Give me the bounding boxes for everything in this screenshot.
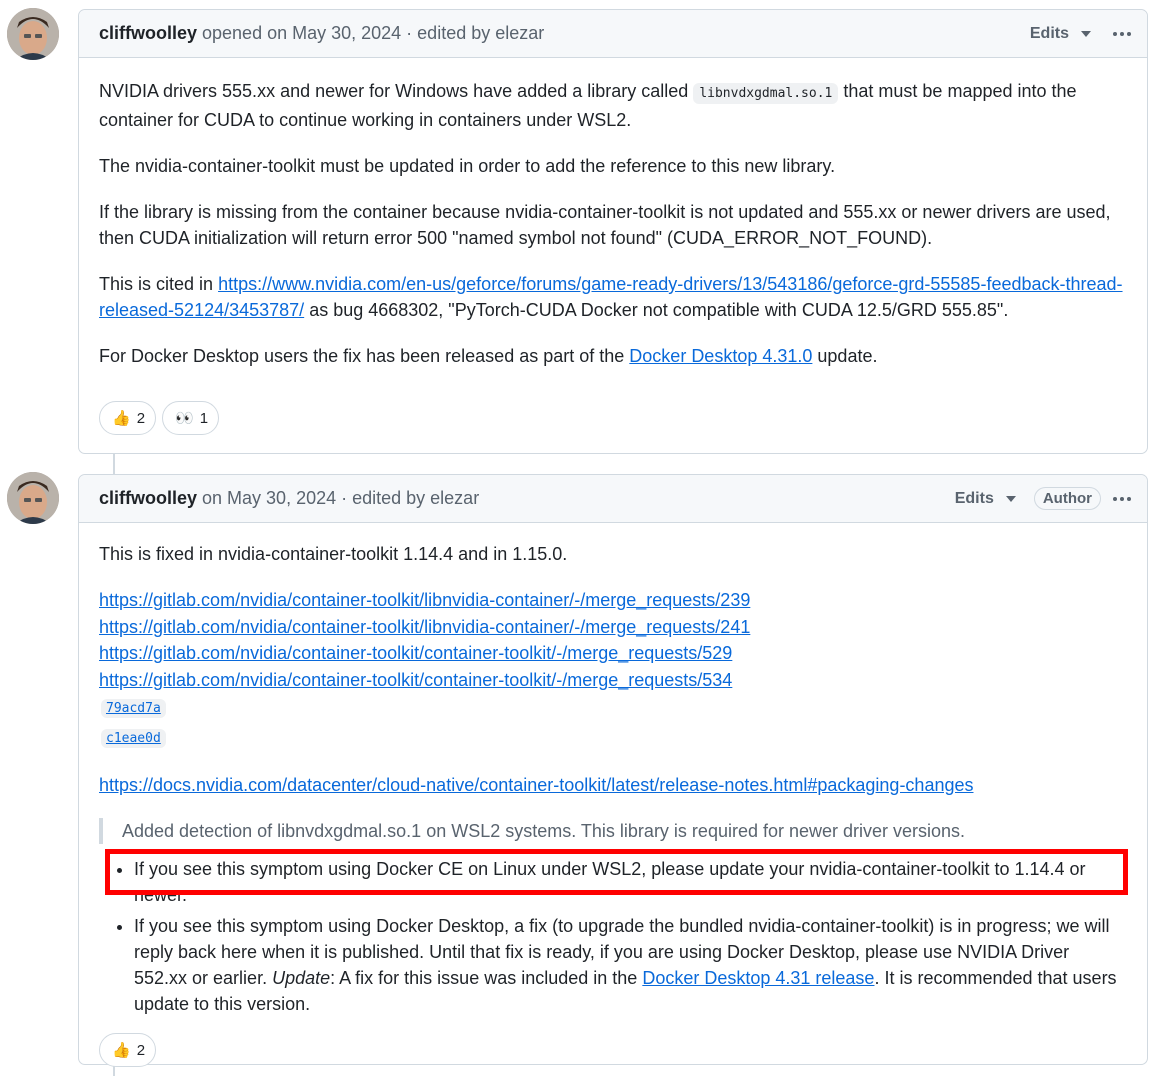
reactions-bar: 👍 2: [79, 1017, 1147, 1083]
reaction-count: 2: [136, 1041, 146, 1059]
timeline-connector: [113, 453, 115, 475]
comment-meta: opened on May 30, 2024 · edited by eleza…: [202, 23, 545, 43]
commit-sha-link[interactable]: 79acd7a: [101, 699, 166, 718]
comment-header: cliffwoolley opened on May 30, 2024 · ed…: [79, 10, 1147, 58]
commit-sha-link[interactable]: c1eae0d: [101, 728, 166, 748]
list-item: If you see this symptom using Docker CE …: [134, 856, 1127, 908]
reactions-bar: 👍 2 👀 1: [79, 389, 1147, 451]
paragraph: NVIDIA drivers 555.xx and newer for Wind…: [99, 81, 1077, 130]
eyes-icon: 👀: [175, 410, 194, 427]
reaction-thumbs-up[interactable]: 👍 2: [99, 1033, 157, 1067]
comment-header: cliffwoolley on May 30, 2024 · edited by…: [79, 475, 1147, 523]
author-link[interactable]: cliffwoolley: [99, 23, 197, 44]
inline-code: libnvdxgdmal.so.1: [693, 83, 839, 104]
merge-request-link[interactable]: https://gitlab.com/nvidia/container-tool…: [99, 643, 732, 663]
bullet-list: If you see this symptom using Docker CE …: [99, 856, 1127, 1017]
avatar[interactable]: [7, 8, 59, 60]
more-options-icon[interactable]: [1109, 491, 1135, 507]
docker-desktop-release-link[interactable]: Docker Desktop 4.31 release: [642, 968, 874, 988]
paragraph: https://docs.nvidia.com/datacenter/cloud…: [99, 772, 1127, 798]
comment-body: NVIDIA drivers 555.xx and newer for Wind…: [79, 58, 1147, 369]
issue-comment: cliffwoolley opened on May 30, 2024 · ed…: [78, 9, 1148, 454]
merge-request-link[interactable]: https://gitlab.com/nvidia/container-tool…: [99, 617, 750, 637]
chevron-down-icon: [1005, 495, 1016, 502]
release-notes-link[interactable]: https://docs.nvidia.com/datacenter/cloud…: [99, 775, 974, 795]
edits-dropdown[interactable]: Edits: [945, 488, 1026, 510]
edits-label: Edits: [1029, 24, 1069, 42]
paragraph: This is fixed in nvidia-container-toolki…: [99, 544, 568, 564]
author-link[interactable]: cliffwoolley: [99, 488, 197, 509]
edits-dropdown[interactable]: Edits: [1020, 23, 1101, 45]
blockquote: Added detection of libnvdxgdmal.so.1 on …: [99, 818, 1127, 844]
issue-comment: cliffwoolley on May 30, 2024 · edited by…: [78, 474, 1148, 1067]
paragraph: If the library is missing from the conta…: [99, 202, 1111, 248]
reaction-count: 2: [136, 409, 146, 427]
reaction-eyes[interactable]: 👀 1: [162, 401, 220, 435]
comment-meta: on May 30, 2024 · edited by elezar: [202, 488, 480, 508]
paragraph: For Docker Desktop users the fix has bee…: [99, 346, 878, 366]
author-badge: Author: [1033, 487, 1101, 510]
merge-request-link[interactable]: https://gitlab.com/nvidia/container-tool…: [99, 670, 732, 690]
edits-label: Edits: [954, 489, 994, 507]
docker-desktop-link[interactable]: Docker Desktop 4.31.0: [629, 346, 812, 366]
chevron-down-icon: [1081, 30, 1091, 37]
more-options-icon[interactable]: [1109, 26, 1135, 42]
avatar[interactable]: [7, 472, 59, 524]
paragraph: The nvidia-container-toolkit must be upd…: [99, 156, 836, 176]
thumbs-up-icon: 👍: [112, 410, 131, 427]
list-item: If you see this symptom using Docker Des…: [134, 913, 1127, 1017]
reaction-thumbs-up[interactable]: 👍 2: [99, 401, 157, 435]
paragraph: This is cited in https://www.nvidia.com/…: [99, 274, 1123, 320]
thumbs-up-icon: 👍: [112, 1042, 131, 1059]
merge-request-link[interactable]: https://gitlab.com/nvidia/container-tool…: [99, 590, 750, 610]
reaction-count: 1: [199, 409, 209, 427]
comment-body: This is fixed in nvidia-container-toolki…: [79, 523, 1147, 1017]
link-list: https://gitlab.com/nvidia/container-tool…: [99, 587, 1127, 752]
